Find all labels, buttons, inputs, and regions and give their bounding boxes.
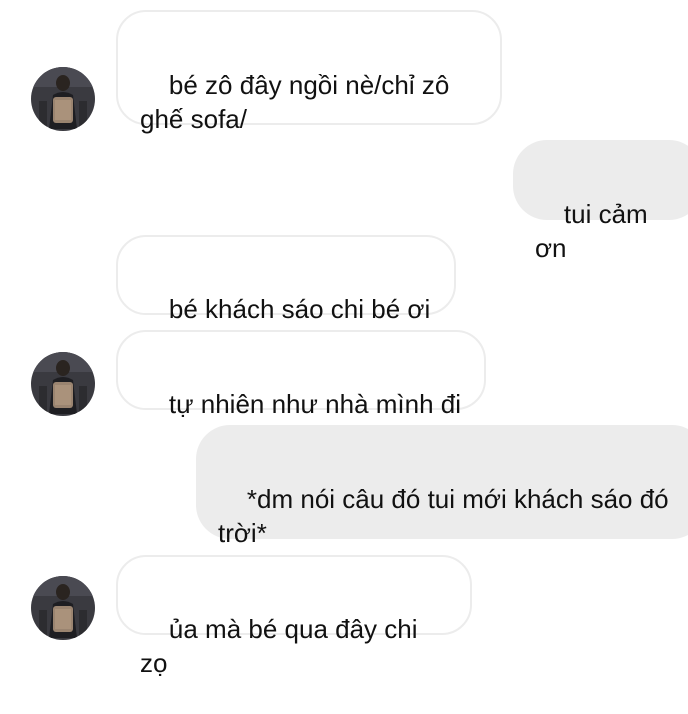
- contact-avatar[interactable]: [31, 352, 95, 416]
- contact-avatar[interactable]: [31, 576, 95, 640]
- person-photo-icon: [31, 352, 95, 416]
- incoming-message[interactable]: tự nhiên như nhà mình đi: [116, 330, 486, 419]
- message-text: bé zô đây ngồi nè/chỉ zô ghế sofa/: [140, 70, 457, 134]
- incoming-message[interactable]: bé zô đây ngồi nè/chỉ zô ghế sofa/: [116, 10, 502, 134]
- message-text: *dm nói câu đó tui mới khách sáo đó trời…: [218, 484, 676, 548]
- person-photo-icon: [31, 67, 95, 131]
- message-text: tự nhiên như nhà mình đi: [168, 389, 462, 419]
- message-text: ủa mà bé qua đây chi zọ: [140, 614, 425, 678]
- outgoing-message[interactable]: tui cảm ơn: [513, 140, 688, 263]
- contact-avatar[interactable]: [31, 67, 95, 131]
- outgoing-message[interactable]: *dm nói câu đó tui mới khách sáo đó trời…: [196, 425, 688, 548]
- message-text: tui cảm ơn: [535, 199, 655, 263]
- message-text: bé khách sáo chi bé ơi: [168, 294, 431, 324]
- person-photo-icon: [31, 576, 95, 640]
- chat-thread: bé zô đây ngồi nè/chỉ zô ghế sofa/ tui c…: [0, 0, 688, 678]
- incoming-message[interactable]: bé khách sáo chi bé ơi: [116, 235, 456, 324]
- incoming-message[interactable]: ủa mà bé qua đây chi zọ: [116, 555, 472, 678]
